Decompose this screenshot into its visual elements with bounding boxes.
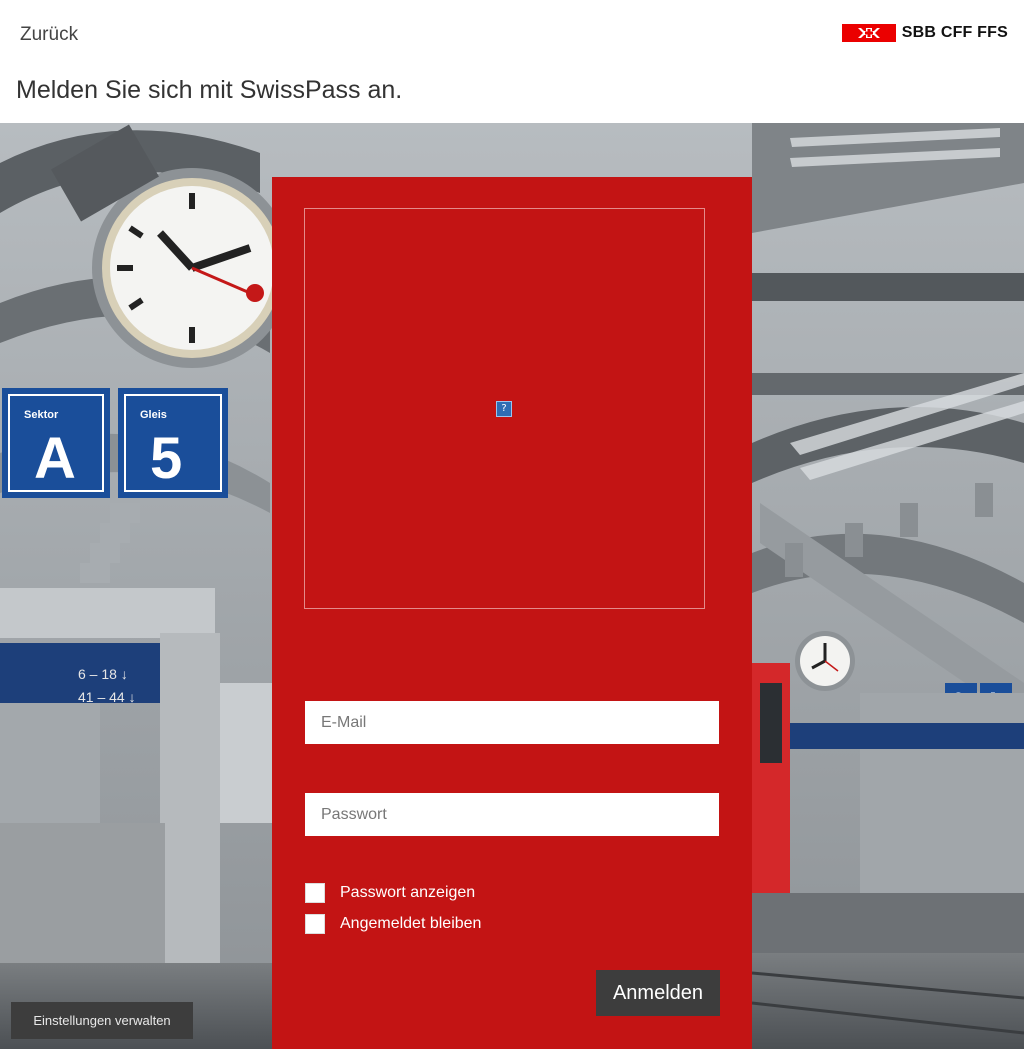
captcha-frame[interactable]: ? bbox=[304, 208, 705, 609]
back-link[interactable]: Zurück bbox=[20, 24, 78, 46]
swiss-cross-arrows-icon bbox=[841, 24, 896, 42]
stay-logged-in-checkbox[interactable] bbox=[305, 914, 325, 934]
show-password-checkbox[interactable] bbox=[305, 883, 325, 903]
board-row-2: 41 – 44 ↓ bbox=[78, 689, 136, 705]
password-field[interactable] bbox=[305, 793, 719, 836]
top-bar: Zurück SBB CFF FFS bbox=[0, 0, 1024, 68]
sector-sign-letter: A bbox=[34, 426, 76, 491]
track-sign-caption: Gleis bbox=[140, 409, 167, 421]
show-password-label: Passwort anzeigen bbox=[340, 884, 476, 901]
stay-logged-in-label: Angemeldet bleiben bbox=[340, 915, 482, 932]
broken-image-icon: ? bbox=[496, 401, 512, 417]
track-sign-number: 5 bbox=[150, 426, 182, 491]
show-password-option[interactable]: Passwort anzeigen bbox=[305, 883, 475, 903]
manage-settings-button[interactable]: Einstellungen verwalten bbox=[11, 1002, 193, 1039]
stay-logged-in-option[interactable]: Angemeldet bleiben bbox=[305, 914, 481, 934]
brand-name: SBB CFF FFS bbox=[901, 24, 1008, 41]
sbb-logo[interactable]: SBB CFF FFS bbox=[841, 24, 1008, 42]
email-field[interactable] bbox=[305, 701, 719, 744]
page-title: Melden Sie sich mit SwissPass an. bbox=[16, 76, 403, 104]
login-panel: ? Passwort anzeigen Angemeldet bleiben A… bbox=[272, 177, 752, 1049]
sector-sign-caption: Sektor bbox=[24, 409, 59, 421]
login-button[interactable]: Anmelden bbox=[596, 970, 720, 1016]
board-row-1: 6 – 18 ↓ bbox=[78, 666, 128, 682]
